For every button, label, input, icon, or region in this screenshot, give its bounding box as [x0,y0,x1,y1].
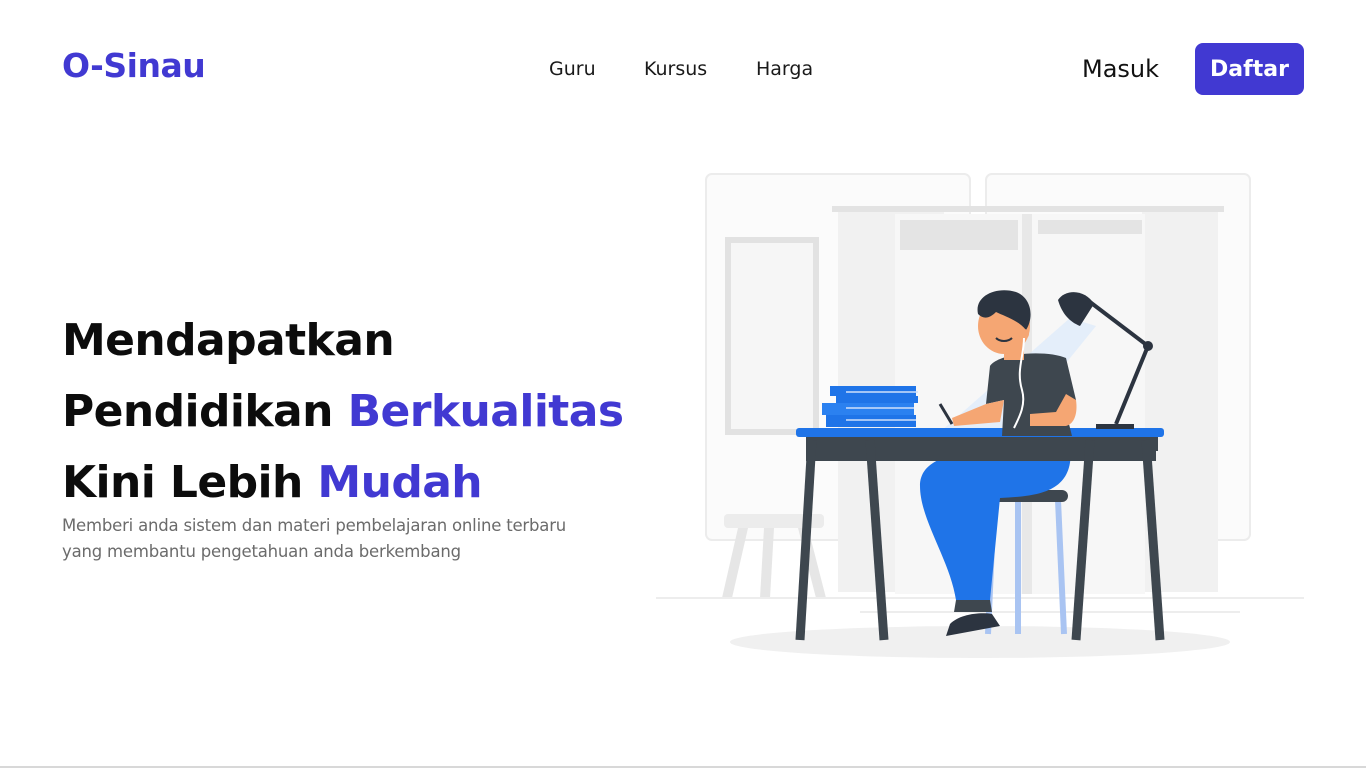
hero-title-line1: Mendapatkan [62,315,395,366]
nav-item-guru[interactable]: Guru [549,56,596,82]
signup-button[interactable]: Daftar [1195,43,1304,95]
hero-title-line3: Kini Lebih Mudah [62,447,623,518]
hero-title-line2: Pendidikan Berkualitas [62,376,624,447]
hero-subtitle-line2: yang membantu pengetahuan anda berkemban… [62,542,461,561]
hero-title: Mendapatkan Pendidikan Berkualitas Kini … [62,305,624,518]
hero-subtitle-line1: Memberi anda sistem dan materi pembelaja… [62,516,567,535]
student-studying-illustration [656,173,1304,658]
hero-subtitle: Memberi anda sistem dan materi pembelaja… [62,513,622,565]
main-nav: Guru Kursus Harga [0,56,1366,82]
nav-item-kursus[interactable]: Kursus [644,56,707,82]
books-stack [822,386,918,427]
hero-title-line3-accent: Mudah [317,457,483,508]
login-link[interactable]: Masuk [1082,54,1159,84]
hero-title-line3-plain: Kini Lebih [62,457,318,508]
hero-title-line2-accent: Berkualitas [347,386,624,437]
hero-title-line2-plain: Pendidikan [62,386,348,437]
nav-item-harga[interactable]: Harga [756,56,813,82]
